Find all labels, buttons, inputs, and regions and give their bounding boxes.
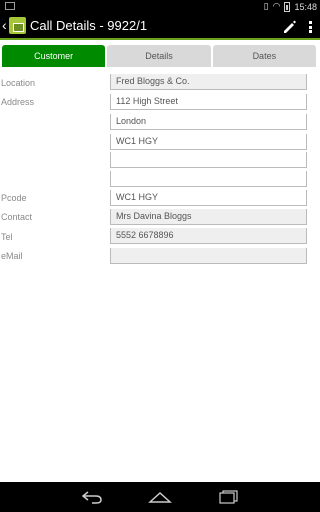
nav-recents-icon[interactable] [218, 490, 240, 504]
vibrate-icon: ▯ [263, 1, 269, 11]
nav-back-icon[interactable] [81, 490, 103, 504]
battery-icon [284, 1, 291, 12]
wifi-icon: ◠ [272, 1, 281, 11]
nav-home-icon[interactable] [148, 490, 172, 504]
back-icon[interactable]: ‹ [2, 17, 7, 33]
action-bar: ‹ Call Details - 9922/1 [0, 13, 320, 40]
system-nav-bar [0, 482, 320, 512]
tab-dates[interactable]: Dates [212, 45, 316, 67]
pcode-field[interactable]: WC1 HGY [110, 190, 307, 206]
tel-field[interactable]: 5552 6678896 [110, 228, 307, 244]
app-icon[interactable] [9, 17, 26, 34]
address-line-5-field[interactable] [110, 171, 307, 187]
tab-details[interactable]: Details [107, 45, 211, 67]
location-label: Location [1, 78, 36, 88]
status-time: 15:48 [294, 1, 317, 12]
email-label: eMail [1, 251, 23, 261]
screenshot-icon [5, 2, 15, 10]
page-title: Call Details - 9922/1 [30, 18, 148, 33]
status-bar: ▯ ◠ 15:48 [0, 0, 320, 13]
contact-label: Contact [1, 212, 33, 222]
location-field[interactable]: Fred Bloggs & Co. [110, 74, 307, 90]
pcode-label: Pcode [1, 193, 27, 203]
contact-field[interactable]: Mrs Davina Bloggs [110, 209, 307, 225]
edit-pencil-icon[interactable] [281, 19, 297, 35]
address-line-1-field[interactable]: 112 High Street [110, 94, 307, 110]
tel-label: Tel [1, 232, 13, 242]
tab-customer[interactable]: Customer [2, 45, 106, 67]
email-field[interactable] [110, 248, 307, 264]
status-right: ▯ ◠ 15:48 [264, 0, 317, 13]
overflow-menu-icon[interactable] [306, 19, 314, 35]
address-label: Address [1, 97, 35, 107]
tab-bar: Customer Details Dates [2, 45, 316, 67]
address-line-4-field[interactable] [110, 152, 307, 168]
address-line-3-field[interactable]: WC1 HGY [110, 134, 307, 150]
address-line-2-field[interactable]: London [110, 114, 307, 130]
